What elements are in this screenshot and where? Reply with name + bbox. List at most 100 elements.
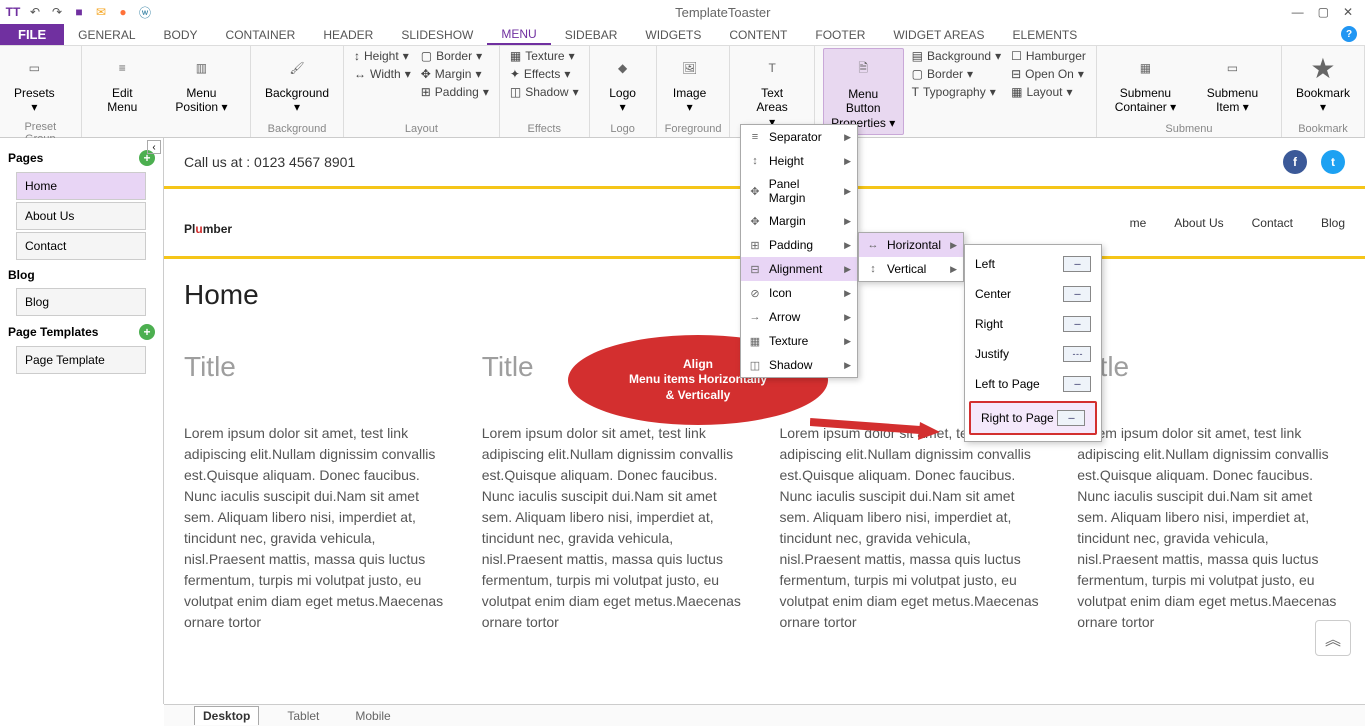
col2-title: Title	[482, 351, 750, 383]
margin2-icon: ✥	[747, 213, 763, 229]
menu-position-button[interactable]: ▥Menu Position ▾	[161, 48, 242, 119]
nav-about[interactable]: About Us	[1174, 216, 1223, 230]
pm-texture[interactable]: ▦Texture▶	[741, 329, 857, 353]
height-button[interactable]: ↕Height ▾	[352, 48, 413, 64]
swatch-ltp: ---	[1063, 376, 1091, 392]
page-home[interactable]: Home	[16, 172, 146, 200]
tab-general[interactable]: GENERAL	[64, 24, 149, 45]
nav-contact[interactable]: Contact	[1252, 216, 1293, 230]
close-icon[interactable]: ✕	[1343, 5, 1353, 19]
menu-button-properties[interactable]: 🗎Menu Button Properties ▾	[823, 48, 904, 135]
wordpress-icon[interactable]: ⓦ	[136, 3, 154, 21]
pm-alignment[interactable]: ⊟Alignment▶	[741, 257, 857, 281]
effects-icon: ✦	[510, 67, 520, 81]
tab-body[interactable]: BODY	[150, 24, 212, 45]
alignment-submenu: ↔Horizontal▶ ↕Vertical▶	[858, 232, 964, 282]
texture-button[interactable]: ▦Texture ▾	[508, 48, 581, 64]
scroll-top-button[interactable]: ︽	[1315, 620, 1351, 656]
twitter-icon[interactable]: t	[1321, 150, 1345, 174]
view-tablet[interactable]: Tablet	[279, 707, 327, 725]
add-template-button[interactable]: +	[139, 324, 155, 340]
pm-height[interactable]: ↕Height▶	[741, 149, 857, 173]
al-right-to-page[interactable]: Right to Page---	[969, 401, 1097, 435]
hamburger-checkbox[interactable]: ☐Hamburger	[1009, 48, 1088, 64]
pm-margin[interactable]: ✥Margin▶	[741, 209, 857, 233]
effects-button[interactable]: ✦Effects ▾	[508, 66, 581, 82]
help-icon[interactable]: ?	[1341, 26, 1357, 42]
minimize-icon[interactable]: —	[1292, 5, 1304, 19]
tab-content[interactable]: CONTENT	[715, 24, 801, 45]
tab-slideshow[interactable]: SLIDESHOW	[387, 24, 487, 45]
firefox-icon[interactable]: ●	[114, 3, 132, 21]
logo-button[interactable]: ◆Logo▾	[598, 48, 648, 119]
submenu-container-button[interactable]: ▦Submenu Container ▾	[1105, 48, 1186, 119]
tab-footer[interactable]: FOOTER	[801, 24, 879, 45]
properties-popup: ≡Separator▶ ↕Height▶ ✥Panel Margin▶ ✥Mar…	[740, 124, 858, 378]
width-button[interactable]: ↔Width ▾	[352, 66, 413, 82]
shadow-button[interactable]: ◫Shadow ▾	[508, 84, 581, 100]
al-left-to-page[interactable]: Left to Page---	[965, 369, 1101, 399]
pm-shadow[interactable]: ◫Shadow▶	[741, 353, 857, 377]
pm-separator[interactable]: ≡Separator▶	[741, 125, 857, 149]
page-template[interactable]: Page Template	[16, 346, 146, 374]
image-button[interactable]: 🖼Image▾	[665, 48, 715, 119]
pm-panel-margin[interactable]: ✥Panel Margin▶	[741, 173, 857, 209]
view-mobile[interactable]: Mobile	[347, 707, 398, 725]
pm-arrow[interactable]: →Arrow▶	[741, 305, 857, 329]
facebook-icon[interactable]: f	[1283, 150, 1307, 174]
file-tab[interactable]: FILE	[0, 24, 64, 45]
layout-dropdown[interactable]: ▦Layout ▾	[1009, 84, 1088, 100]
redo-icon[interactable]: ↷	[48, 3, 66, 21]
page-contact[interactable]: Contact	[16, 232, 146, 260]
tab-header[interactable]: HEADER	[309, 24, 387, 45]
al-justify[interactable]: Justify- - -	[965, 339, 1101, 369]
collapse-sidebar-icon[interactable]: ‹	[147, 140, 161, 154]
height-icon: ↕	[354, 49, 360, 63]
texture2-icon: ▦	[747, 333, 763, 349]
tab-elements[interactable]: ELEMENTS	[999, 24, 1092, 45]
padding-button[interactable]: ⊞Padding ▾	[419, 84, 491, 100]
pm-padding[interactable]: ⊞Padding▶	[741, 233, 857, 257]
tab-sidebar[interactable]: SIDEBAR	[551, 24, 632, 45]
margin-button[interactable]: ✥Margin ▾	[419, 66, 491, 82]
al-right[interactable]: Right---	[965, 309, 1101, 339]
edit-menu-button[interactable]: ≡Edit Menu	[90, 48, 155, 119]
presets-button[interactable]: ▭Presets▾	[8, 48, 61, 119]
typography-dropdown[interactable]: TTypography ▾	[910, 84, 1003, 100]
nav-blog[interactable]: Blog	[1321, 216, 1345, 230]
maximize-icon[interactable]: ▢	[1318, 5, 1329, 19]
al-center[interactable]: Center---	[965, 279, 1101, 309]
border-dropdown[interactable]: ▢Border ▾	[910, 66, 1003, 82]
site-nav: me About Us Contact Blog	[1130, 216, 1345, 230]
border-button[interactable]: ▢Border ▾	[419, 48, 491, 64]
submenu-item-button[interactable]: ▭Submenu Item ▾	[1192, 48, 1273, 119]
page-blog[interactable]: Blog	[16, 288, 146, 316]
tab-widgets[interactable]: WIDGETS	[631, 24, 715, 45]
quick-access-toolbar: TT ↶ ↷ ■ ✉ ● ⓦ	[4, 3, 154, 21]
al-left[interactable]: Left---	[965, 249, 1101, 279]
tt-logo-icon: TT	[4, 3, 22, 21]
page-about[interactable]: About Us	[16, 202, 146, 230]
view-desktop[interactable]: Desktop	[194, 706, 259, 725]
mail-icon[interactable]: ✉	[92, 3, 110, 21]
swatch-center: ---	[1063, 286, 1091, 302]
bg-dropdown[interactable]: ▤Background ▾	[910, 48, 1003, 64]
open-on-dropdown[interactable]: ⊟Open On ▾	[1009, 66, 1088, 82]
nav-home[interactable]: me	[1130, 216, 1147, 230]
separator-icon: ≡	[747, 129, 763, 145]
bg-icon: ▤	[912, 49, 923, 63]
sm-horizontal[interactable]: ↔Horizontal▶	[859, 233, 963, 257]
padding2-icon: ⊞	[747, 237, 763, 253]
background-button[interactable]: 🖌Background▾	[259, 48, 335, 119]
window-controls: — ▢ ✕	[1292, 5, 1361, 19]
pm-icon[interactable]: ⊘Icon▶	[741, 281, 857, 305]
swatch-left: ---	[1063, 256, 1091, 272]
tab-menu[interactable]: MENU	[487, 24, 550, 45]
sm-vertical[interactable]: ↕Vertical▶	[859, 257, 963, 281]
undo-icon[interactable]: ↶	[26, 3, 44, 21]
bookmark-button[interactable]: ★Bookmark▾	[1290, 48, 1356, 119]
text-areas-button[interactable]: TText Areas▾	[738, 48, 805, 133]
save-icon[interactable]: ■	[70, 3, 88, 21]
tab-container[interactable]: CONTAINER	[212, 24, 310, 45]
tab-widget-areas[interactable]: WIDGET AREAS	[879, 24, 998, 45]
